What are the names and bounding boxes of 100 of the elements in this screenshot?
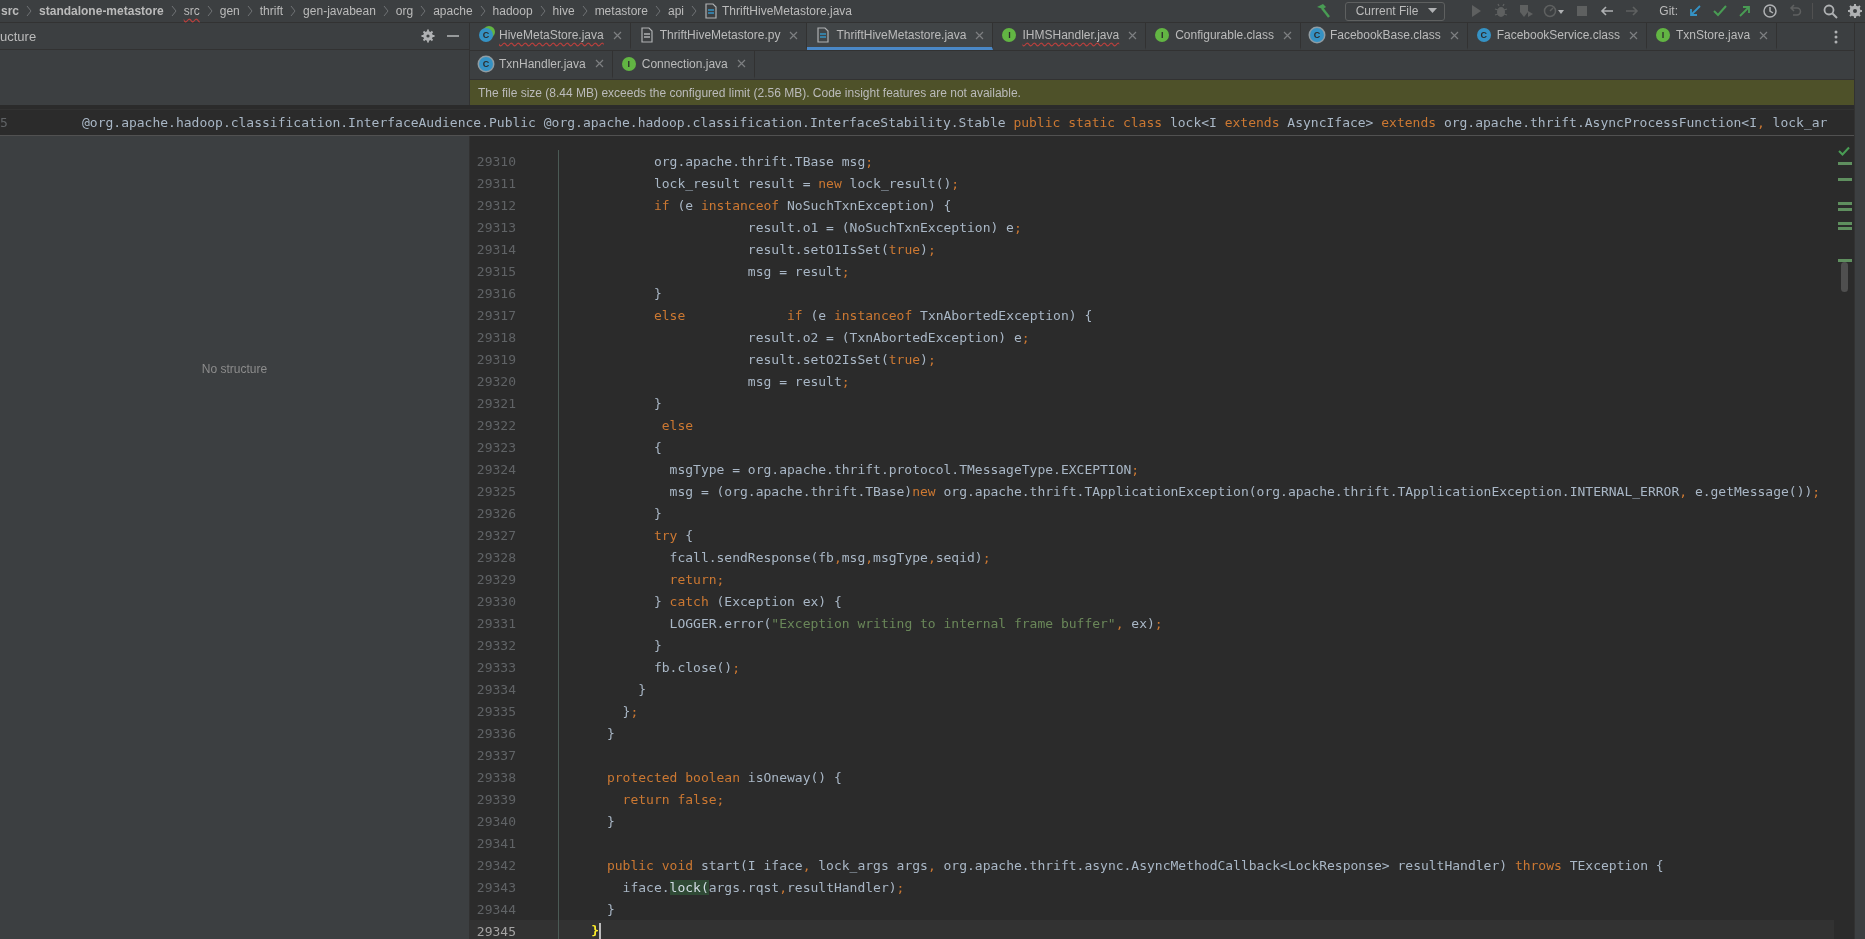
editor-tab[interactable]: I Connection.java: [612, 51, 755, 79]
code-line: if (e instanceof NoSuchTxnException) {: [652, 197, 952, 213]
line-number: 29312: [475, 197, 516, 213]
breadcrumb-item[interactable]: gen: [219, 4, 240, 18]
line-number: 29332: [475, 637, 516, 653]
warning-banner: The file size (8.44 MB) exceeds the configured limit (2.56 MB). Code insight features are not available.: [470, 80, 1854, 105]
editor-tab[interactable]: I Configurable.class: [1146, 23, 1301, 50]
breadcrumb-item[interactable]: metastore: [594, 4, 648, 18]
line-number: 29342: [475, 857, 516, 873]
editor-tab[interactable]: C HiveMetaStore.java: [470, 23, 631, 50]
code-line: msg = (org.apache.thrift.TBase)new org.apache.thrift.TApplicationException(org.apache.thrift.TApplicationException.INTERNAL_ERROR, e.getMessage());: [668, 483, 1821, 499]
breadcrumb-item[interactable]: thrift: [259, 4, 284, 18]
line-number: 29325: [475, 483, 516, 499]
code-line: msgType = org.apache.thrift.protocol.TMessageType.EXCEPTION;: [668, 461, 1140, 477]
code-line: };: [621, 703, 639, 719]
breadcrumb-item[interactable]: src: [1, 4, 20, 18]
code-line: result.o1 = (NoSuchTxnException) e;: [746, 219, 1022, 235]
line-number: 29337: [475, 747, 516, 763]
empty-message: No structure: [201, 362, 268, 377]
code-line: }: [652, 637, 662, 653]
line-number: 29326: [475, 505, 516, 521]
interface-icon: I: [1155, 28, 1170, 42]
code-line: }: [637, 681, 647, 697]
breadcrumb-item[interactable]: gen-javabean: [303, 4, 376, 18]
line-number: 29329: [475, 571, 516, 587]
line-number: 29343: [475, 879, 516, 895]
code-line: protected boolean isOneway() {: [605, 769, 842, 785]
code-line: msg = result;: [746, 373, 850, 389]
line-number: 29323: [475, 439, 516, 455]
code-line: }: [605, 901, 615, 917]
line-number: 29338: [475, 769, 516, 785]
breadcrumb-item[interactable]: standalone-metastore: [39, 4, 164, 18]
code-line: }: [605, 813, 615, 829]
code-line: }: [590, 922, 602, 939]
code-line: return false;: [621, 791, 725, 807]
panel-title: ucture: [0, 28, 37, 44]
code-line: result.setO2IsSet(true);: [746, 351, 936, 367]
code-line: lock_result result = new lock_result();: [652, 175, 960, 191]
breadcrumb-item[interactable]: hive: [552, 4, 575, 18]
code-line: org.apache.thrift.TBase msg;: [652, 153, 874, 169]
class-icon: C: [479, 28, 493, 42]
line-number: 29314: [475, 241, 516, 257]
breadcrumb-item[interactable]: org: [395, 4, 414, 18]
line-number: 29340: [475, 813, 516, 829]
line-number: 29331: [475, 615, 516, 631]
editor-tab[interactable]: I IHMSHandler.java: [993, 23, 1147, 50]
breadcrumb-item[interactable]: src: [183, 4, 200, 18]
line-number: 29319: [475, 351, 516, 367]
code-line: }: [652, 395, 662, 411]
run-configuration-dropdown[interactable]: Current File: [1344, 1, 1446, 21]
breadcrumb-item[interactable]: apache: [433, 4, 473, 18]
code-line: result.o2 = (TxnAbortedException) e;: [746, 329, 1030, 345]
interface-icon: I: [1656, 28, 1671, 42]
interface-icon: I: [621, 56, 636, 71]
line-number: 29324: [475, 461, 516, 477]
line-number: 29316: [475, 285, 516, 301]
line-number: 29310: [475, 153, 516, 169]
breadcrumb-item[interactable]: ThriftHiveMetastore.java: [722, 4, 853, 18]
code-line: else: [660, 417, 694, 433]
code-line: iface.lock(args.rqst,resultHandler);: [621, 879, 905, 895]
class-icon: C: [1309, 28, 1324, 42]
line-number: 29339: [475, 791, 516, 807]
line-number: 29322: [475, 417, 516, 433]
editor-tab[interactable]: C TxnHandler.java: [470, 51, 613, 79]
line-number: 29345: [475, 923, 516, 939]
line-number: 29317: [475, 307, 516, 323]
code-line: try {: [652, 527, 694, 543]
line-number: 29315: [475, 263, 516, 279]
editor-tab[interactable]: ThriftHiveMetastore.java: [807, 23, 994, 50]
line-number: 29313: [475, 219, 516, 235]
line-number: 29344: [475, 901, 516, 917]
line-number: 29330: [475, 593, 516, 609]
code-line: fcall.sendResponse(fb,msg,msgType,seqid);: [668, 549, 991, 565]
line-number: 29311: [475, 175, 516, 191]
code-line: @org.apache.hadoop.classification.InterfaceAudience.Public @org.apache.hadoop.classification.InterfaceStability.Stable public static class lock<I extends AsyncIface> extends org.apache.thrift.AsyncProcessFunction<I, lock_ar: [82, 115, 1828, 130]
code-line: msg = result;: [746, 263, 850, 279]
class-icon: C: [479, 56, 493, 71]
line-number: 5: [0, 115, 9, 130]
code-line: } catch (Exception ex) {: [652, 593, 842, 609]
editor-tab[interactable]: C FacebookBase.class: [1300, 23, 1468, 50]
line-number: 29328: [475, 549, 516, 565]
class-icon: C: [1476, 28, 1491, 42]
code-line: public void start(I iface, lock_args args, org.apache.thrift.async.AsyncMethodCallback<LockResponse> resultHandler) throws TException {: [605, 857, 1664, 873]
line-number: 29318: [475, 329, 516, 345]
line-number: 29336: [475, 725, 516, 741]
code-line: }: [652, 505, 662, 521]
line-number: 29327: [475, 527, 516, 543]
code-line: {: [652, 439, 662, 455]
code-line: LOGGER.error("Exception writing to internal frame buffer", ex);: [668, 615, 1163, 631]
interface-icon: I: [1002, 28, 1017, 42]
breadcrumb-item[interactable]: hadoop: [492, 4, 533, 18]
editor-tab[interactable]: C FacebookService.class: [1467, 23, 1648, 50]
line-number: 29341: [475, 835, 516, 851]
code-line: fb.close();: [652, 659, 740, 675]
breadcrumb-item[interactable]: api: [668, 4, 684, 18]
code-line: result.setO1IsSet(true);: [746, 241, 936, 257]
line-number: 29321: [475, 395, 516, 411]
editor-tab[interactable]: I TxnStore.java: [1647, 23, 1778, 50]
git-label: Git:: [1659, 4, 1678, 18]
code-line: return;: [668, 571, 725, 587]
